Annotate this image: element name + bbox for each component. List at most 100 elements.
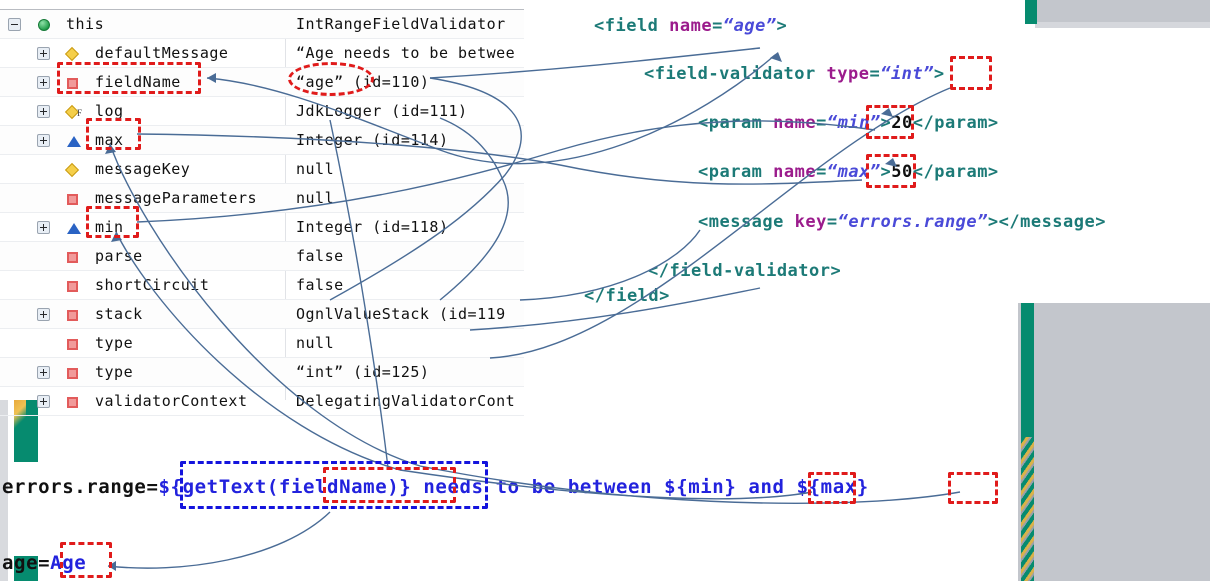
collapse-icon[interactable] xyxy=(8,18,21,31)
yellow-diamond-icon xyxy=(64,162,80,178)
xml-token-tag: </param> xyxy=(912,162,999,182)
xml-token-tag: ></message> xyxy=(987,212,1106,232)
variable-value: Integer (id=118) xyxy=(296,218,449,236)
xml-token-attr: name xyxy=(773,162,817,182)
expand-icon[interactable] xyxy=(37,76,50,89)
properties-value-errors-range: ${getText(fieldName)} needs to be betwee… xyxy=(158,476,869,498)
variable-value: “int” (id=125) xyxy=(296,363,430,381)
variable-name: shortCircuit xyxy=(95,276,210,294)
max-expr-box xyxy=(948,472,998,504)
xml-token-tag: > xyxy=(776,16,788,36)
red-square-icon xyxy=(67,78,78,89)
xml-token-tag: <param xyxy=(698,113,774,133)
xml-token-attr: name xyxy=(669,16,713,36)
variable-name: stack xyxy=(95,305,143,323)
xml-line: </field> xyxy=(584,286,670,306)
variable-name: defaultMessage xyxy=(95,44,229,62)
properties-key-age: age xyxy=(2,552,39,574)
variable-row[interactable]: Flog JdkLogger (id=111) xyxy=(0,97,524,126)
variables-row-list: this IntRangeFieldValidator defaultMessage… xyxy=(0,10,524,416)
variable-name: type xyxy=(95,334,134,352)
properties-separator-0: = xyxy=(146,476,159,498)
expand-icon[interactable] xyxy=(37,395,50,408)
variable-row[interactable]: validatorContext DelegatingValidatorCont xyxy=(0,387,524,416)
red-square-icon xyxy=(67,368,78,379)
blue-triangle-icon xyxy=(67,223,81,234)
xml-token-tag: = xyxy=(816,162,827,182)
properties-separator-1: = xyxy=(38,552,51,574)
xml-token-plain: 20 xyxy=(891,113,913,133)
variable-name: this xyxy=(66,15,105,33)
properties-line-age: age=Age xyxy=(2,552,86,574)
expand-icon[interactable] xyxy=(37,47,50,60)
red-square-icon xyxy=(67,339,78,350)
variable-value: Integer (id=114) xyxy=(296,131,449,149)
variable-value: DelegatingValidatorCont xyxy=(296,392,516,410)
variable-row[interactable]: stack OgnlValueStack (id=119 xyxy=(0,300,524,329)
xml-line: </field-validator> xyxy=(648,261,841,281)
xml-line: <message key=“errors.range”></message> xyxy=(698,212,1106,232)
debugger-variables-panel[interactable]: this IntRangeFieldValidator defaultMessage… xyxy=(0,9,524,416)
variable-value: false xyxy=(296,276,344,294)
variable-value: “age” (id=110) xyxy=(296,73,430,91)
xml-token-plain: 50 xyxy=(891,162,913,182)
variable-row[interactable]: defaultMessage “Age needs to be betwee xyxy=(0,39,524,68)
xml-token-str: “max” xyxy=(826,162,881,182)
xml-line: <field-validator type=“int”> xyxy=(644,64,945,84)
variable-row[interactable]: max Integer (id=114) xyxy=(0,126,524,155)
blue-triangle-icon xyxy=(67,136,81,147)
variable-name: max xyxy=(95,131,124,149)
variable-row[interactable]: messageKey null xyxy=(0,155,524,184)
variable-row[interactable]: min Integer (id=118) xyxy=(0,213,524,242)
expand-icon[interactable] xyxy=(37,134,50,147)
expand-icon[interactable] xyxy=(37,105,50,118)
red-square-icon xyxy=(67,194,78,205)
xml-token-tag: = xyxy=(869,64,881,84)
properties-line-errors-range: errors.range=${getText(fieldName)} needs… xyxy=(2,476,869,498)
xml-token-str: “age” xyxy=(722,16,777,36)
properties-value-age: Age xyxy=(50,552,87,574)
bottom-right-gray-area xyxy=(1018,303,1210,581)
xml-token-tag: > xyxy=(933,64,945,84)
xml-token-tag: <param xyxy=(698,162,774,182)
properties-key-errors-range: errors.range xyxy=(2,476,147,498)
variable-name: messageKey xyxy=(95,160,191,178)
variable-row[interactable]: fieldName “age” (id=110) xyxy=(0,68,524,97)
red-square-icon xyxy=(67,310,78,321)
variable-name: log xyxy=(95,102,124,120)
variable-row[interactable]: type null xyxy=(0,329,524,358)
xml-token-tag: </field> xyxy=(584,286,670,306)
final-marker-icon: F xyxy=(77,108,83,118)
variable-value: JdkLogger (id=111) xyxy=(296,102,468,120)
variable-name: parse xyxy=(95,247,143,265)
xml-token-attr: type xyxy=(826,64,870,84)
gold-hatch-accent-right xyxy=(1021,437,1034,581)
expand-icon[interactable] xyxy=(37,308,50,321)
green-circle-icon xyxy=(38,19,50,31)
variable-value: false xyxy=(296,247,344,265)
red-square-icon xyxy=(67,252,78,263)
arrowhead-age-prop xyxy=(108,561,116,571)
expand-icon[interactable] xyxy=(37,221,50,234)
variable-name: min xyxy=(95,218,124,236)
variable-row[interactable]: shortCircuit false xyxy=(0,271,524,300)
xml-token-attr: key xyxy=(794,212,827,232)
variable-value: IntRangeFieldValidator xyxy=(296,15,506,33)
variable-value: null xyxy=(296,334,335,352)
xml-line: <param name=“max”>50</param> xyxy=(698,162,999,182)
xml-line: <param name=“min”>20</param> xyxy=(698,113,999,133)
variable-row[interactable]: type “int” (id=125) xyxy=(0,358,524,387)
xml-token-str: “int” xyxy=(880,64,934,84)
variable-row[interactable]: this IntRangeFieldValidator xyxy=(0,10,524,39)
variable-name: messageParameters xyxy=(95,189,258,207)
xml-config-panel: <field name=“age”> <field-validator type=… xyxy=(560,4,1210,306)
expand-icon[interactable] xyxy=(37,366,50,379)
variable-name: fieldName xyxy=(95,73,181,91)
variable-row[interactable]: parse false xyxy=(0,242,524,271)
xml-token-tag: = xyxy=(826,212,838,232)
xml-token-str: “min” xyxy=(826,113,881,133)
xml-token-tag: = xyxy=(712,16,723,36)
variable-row[interactable]: messageParameters null xyxy=(0,184,524,213)
yellow-diamond-icon xyxy=(64,46,80,62)
xml-token-tag: <message xyxy=(698,212,795,232)
